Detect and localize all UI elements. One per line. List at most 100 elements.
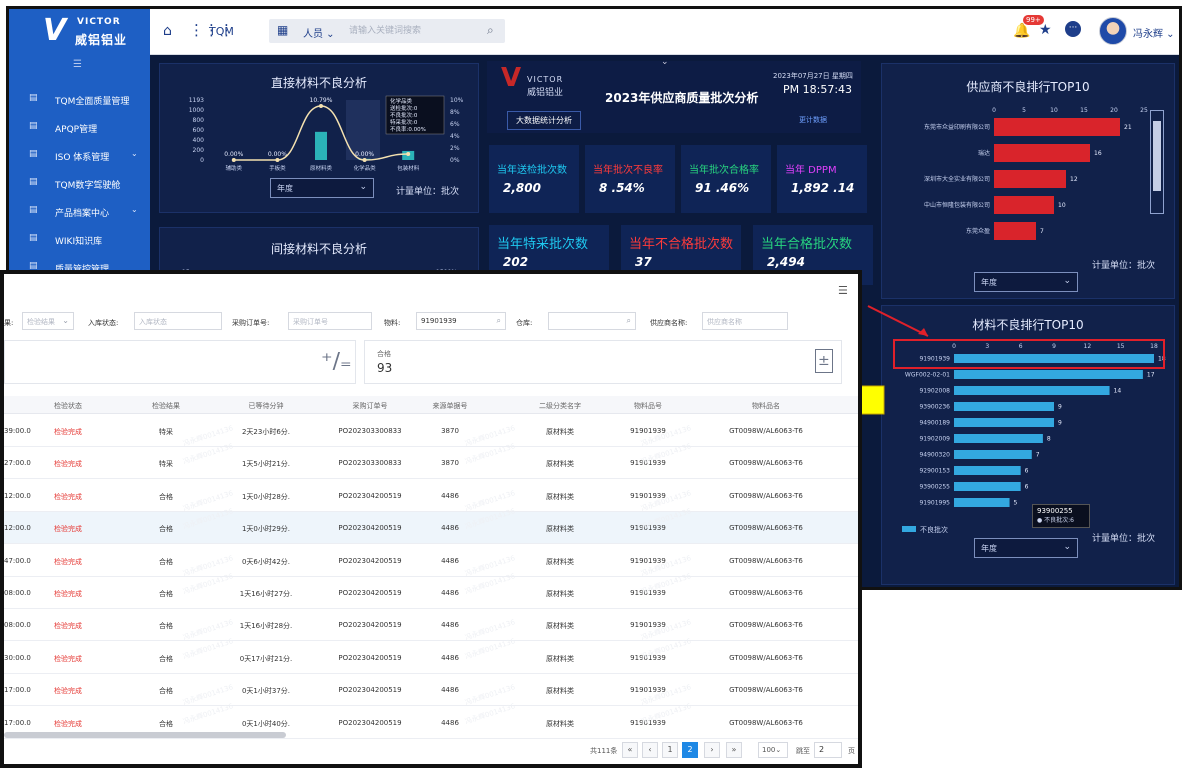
table-cell: PO202304200519 [338,491,402,500]
table-cell: 检验完成 [54,687,82,696]
table-cell: GT0098W/AL6063-T6 [729,459,803,468]
table-cell: PO202304200519 [338,524,402,533]
table-cell: 合格 [159,622,173,631]
table-cell: PO202304200519 [338,653,402,662]
filter-label: 仓库: [516,319,533,327]
column-header[interactable]: 来源单据号 [433,401,468,411]
table-row[interactable]: 08:00.0 检验完成 合格 1天16小时28分. PO202304200519 448… [4,609,858,642]
table-cell: GT0098W/AL6063-T6 [729,491,803,500]
filter-value: 91901939 [421,317,457,325]
table-cell: 1天16小时28分. [239,622,293,631]
table-cell: 原材料类 [546,557,574,566]
column-header[interactable]: 检验状态 [54,401,82,411]
table-cell: 合格 [159,525,173,534]
table-cell: 1天0小时29分. [241,525,291,534]
filter-input[interactable]: 91901939 ⌕ [416,312,506,330]
table-row[interactable]: 08:00.0 检验完成 合格 1天16小时27分. PO202304200519 448… [4,572,858,609]
table-cell: 0天1小时40分. [241,719,291,728]
table-cell: 原材料类 [546,654,574,663]
filter-value: 检验结果 [27,318,55,326]
table-cell: 4486 [441,524,459,533]
table-cell: 合格 [159,557,173,566]
stat-card-left: ⁺∕₌ [4,340,356,384]
table-cell: 检验完成 [54,654,82,663]
table-cell-time: 27:00.0 [4,459,31,468]
table-row[interactable]: 17:00.0 检验完成 合格 0天1小时37分. PO202304200519 4486… [4,674,858,707]
filter-input[interactable]: 采购订单号 [288,312,372,330]
table-cell: PO202304200519 [338,621,402,630]
table-cell-time: 12:00.0 [4,491,31,500]
table-cell: 原材料类 [546,525,574,534]
connector-line [867,305,929,337]
column-header[interactable]: 采购订单号 [353,401,388,411]
filter-input[interactable]: ⌕ [548,312,636,330]
table-cell: 合格 [159,590,173,598]
search-icon: ⌕ [496,316,501,325]
column-header[interactable]: 物料品号 [634,401,662,411]
filter-label: 采购订单号: [232,319,270,327]
filter-label: 入库状态: [88,319,119,327]
column-header[interactable]: 检验结果 [152,401,180,411]
column-header[interactable]: 二级分类名字 [539,401,581,411]
table-cell: 合格 [159,654,173,663]
table-cell-time: 12:00.0 [4,524,31,533]
table-cell-time: 08:00.0 [4,589,31,597]
column-header[interactable]: 物料品名 [752,401,780,411]
table-cell: GT0098W/AL6063-T6 [729,718,803,727]
table-cell-time: 17:00.0 [4,718,31,727]
filter-input[interactable]: 供应商名称 [702,312,788,330]
table-row[interactable]: 47:00.0 检验完成 合格 0天6小时42分. PO202304200519 4486… [4,544,858,577]
filter-label: 物料: [384,319,401,327]
table-cell: 4486 [441,556,459,565]
table-cell: 原材料类 [546,687,574,696]
table-cell: GT0098W/AL6063-T6 [729,589,803,597]
filter-input[interactable]: 检验结果 ⌄ [22,312,74,330]
table-row[interactable]: 30:00.0 检验完成 合格 0天17小时21分. PO202304200519 448… [4,637,858,674]
page-size-select[interactable]: 100⌄ [758,742,788,758]
table-cell: 检验完成 [54,492,82,501]
table-cell: PO202304200519 [338,718,402,727]
table-cell: 4486 [441,718,459,727]
table-cell: 原材料类 [546,492,574,501]
goto-input[interactable]: 2 [814,742,842,758]
next-page-button[interactable]: › [704,742,720,758]
table-row[interactable]: 27:00.0 检验完成 特采 1天5小时21分. PO202303300833 3870… [4,443,858,480]
table-cell: PO202304200519 [338,556,402,565]
table-cell: 原材料类 [546,719,574,728]
table-cell: 0天17小时21分. [239,654,293,663]
table-cell: 1天16小时27分. [239,590,293,598]
last-page-button[interactable]: » [726,742,742,758]
table-cell: 4486 [441,686,459,695]
prev-page-button[interactable]: ‹ [642,742,658,758]
page-1-button[interactable]: 1 [662,742,678,758]
table-row[interactable]: 12:00.0 检验完成 合格 1天0小时29分. PO202304200519 4486… [4,507,858,545]
table-cell: 原材料类 [546,460,574,469]
table-cell: 3870 [441,427,459,435]
table-cell: GT0098W/AL6063-T6 [729,427,803,435]
table-cell: GT0098W/AL6063-T6 [729,556,803,565]
table-cell: 2天23小时6分. [241,428,291,436]
page-2-button[interactable]: 2 [682,742,698,758]
search-icon: ⌕ [626,316,631,325]
page-suffix: 页 [848,747,855,755]
table-cell: 1天5小时21分. [241,460,291,469]
menu-icon[interactable]: ☰ [838,284,848,297]
table-cell: 4486 [441,621,459,630]
table-cell: 0天6小时42分. [241,557,291,566]
table-cell: PO202303300833 [338,459,402,468]
filter-input[interactable]: 入库状态 [134,312,222,330]
table-row[interactable]: 12:00.0 检验完成 合格 1天0小时28分. PO202304200519 4486… [4,479,858,513]
table-cell: 合格 [159,687,173,696]
table-cell: GT0098W/AL6063-T6 [729,686,803,695]
table-cell: 检验完成 [54,719,82,728]
pagination-total: 共111条 [590,747,618,755]
table-cell-time: 08:00.0 [4,621,31,630]
table-row[interactable]: 39:00.0 检验完成 特采 2天23小时6分. PO202303300833 3870… [4,415,858,448]
column-header[interactable]: 已等待分钟 [249,401,284,411]
horizontal-scrollbar[interactable] [4,732,286,738]
table-cell: PO202303300833 [338,427,402,435]
chevron-down-icon: ⌄ [62,316,69,325]
table-cell-time: 39:00.0 [4,427,31,435]
table-cell: GT0098W/AL6063-T6 [729,653,803,662]
first-page-button[interactable]: « [622,742,638,758]
